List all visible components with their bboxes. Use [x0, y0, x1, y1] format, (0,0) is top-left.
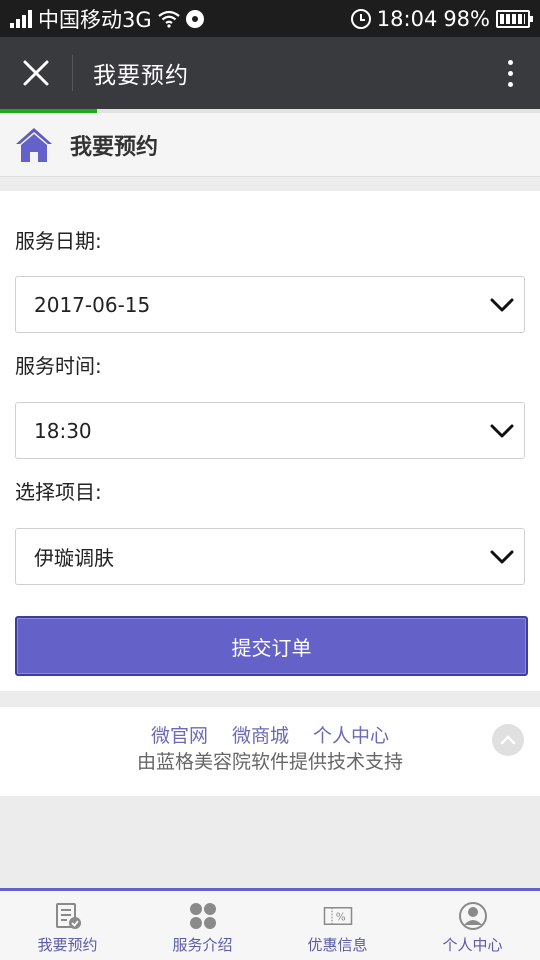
- battery-icon: [496, 9, 533, 28]
- carrier-label: 中国移动3G: [38, 7, 152, 32]
- page-header: 我要预约: [0, 113, 540, 177]
- close-button[interactable]: [0, 37, 72, 109]
- time-value: 18:30: [34, 418, 92, 443]
- alarm-icon: [350, 8, 371, 29]
- nav-label: 我要预约: [37, 936, 98, 954]
- booking-form: 服务日期: 2017-06-15 服务时间: 18:30 选择项目: 伊璇调肤 …: [0, 191, 540, 691]
- project-value: 伊璇调肤: [34, 546, 114, 570]
- window-title: 我要预约: [93, 63, 189, 89]
- chevron-down-icon: [490, 424, 514, 438]
- submit-order-button[interactable]: 提交订单: [15, 616, 528, 676]
- nav-label: 个人中心: [442, 936, 503, 954]
- chevron-down-icon: [490, 550, 514, 564]
- wifi-icon: [157, 10, 180, 28]
- media-icon: [185, 9, 204, 28]
- title-bar: 我要预约: [0, 37, 540, 109]
- battery-percent: 98%: [443, 6, 490, 31]
- title-divider: [72, 55, 73, 91]
- user-icon: [458, 902, 487, 930]
- footer: 微官网 微商城 个人中心 由蓝格美容院软件提供技术支持: [0, 707, 540, 796]
- nav-item-offers[interactable]: % 优惠信息: [270, 891, 405, 960]
- more-dots-icon: [507, 59, 513, 65]
- grid-icon: [189, 903, 216, 929]
- coupon-icon: %: [323, 907, 352, 925]
- back-to-top-button[interactable]: [492, 724, 524, 756]
- chevron-down-icon: [490, 298, 514, 312]
- status-bar: 中国移动3G 18:04 98%: [0, 0, 540, 37]
- more-menu-button[interactable]: [480, 37, 540, 109]
- booking-icon: [55, 903, 81, 929]
- date-value: 2017-06-15: [34, 292, 151, 317]
- nav-item-services[interactable]: 服务介绍: [135, 891, 270, 960]
- date-select[interactable]: 2017-06-15: [15, 276, 525, 333]
- svg-text:%: %: [335, 912, 345, 924]
- nav-item-profile[interactable]: 个人中心: [405, 891, 540, 960]
- footer-links: 微官网 微商城 个人中心: [0, 721, 540, 748]
- close-icon: [23, 60, 49, 86]
- nav-label: 服务介绍: [172, 936, 233, 954]
- nav-item-booking[interactable]: 我要预约: [0, 891, 135, 960]
- bottom-nav: 我要预约 服务介绍 % 优惠信息 个人中心: [0, 888, 540, 960]
- footer-link-profile[interactable]: 个人中心: [313, 721, 389, 748]
- project-label: 选择项目:: [15, 480, 102, 504]
- time-select[interactable]: 18:30: [15, 402, 525, 459]
- time-label: 服务时间:: [15, 354, 102, 378]
- chevron-up-icon: [500, 735, 516, 745]
- footer-link-micro-site[interactable]: 微官网: [151, 721, 208, 748]
- home-icon[interactable]: [14, 125, 54, 165]
- clock-time: 18:04: [376, 6, 438, 31]
- tech-support-text: 由蓝格美容院软件提供技术支持: [136, 751, 403, 773]
- signal-icon: [10, 9, 32, 28]
- project-select[interactable]: 伊璇调肤: [15, 528, 525, 585]
- nav-label: 优惠信息: [307, 936, 368, 954]
- page-title: 我要预约: [70, 134, 159, 160]
- footer-link-micro-mall[interactable]: 微商城: [232, 721, 289, 748]
- date-label: 服务日期:: [15, 229, 102, 253]
